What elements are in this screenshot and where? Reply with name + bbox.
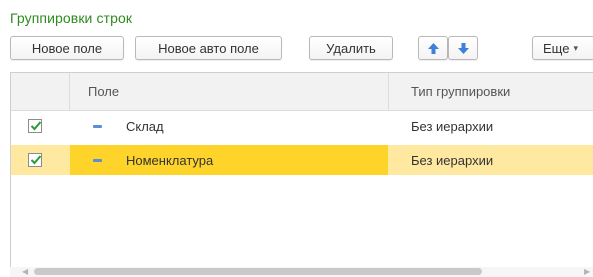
chevron-down-icon: ▾ — [573, 42, 578, 53]
checkmark-icon — [30, 155, 42, 165]
move-up-button[interactable] — [418, 36, 448, 60]
scrollbar-thumb[interactable] — [34, 268, 482, 275]
field-type-icon — [93, 159, 102, 162]
new-auto-field-button[interactable]: Новое авто поле — [135, 36, 282, 60]
header-divider — [69, 73, 70, 110]
grouping-type-cell: Без иерархии — [411, 152, 494, 168]
row-checkbox[interactable] — [28, 119, 42, 133]
groupings-table: Поле Тип группировки Склад Без иерархии … — [10, 72, 593, 277]
grouping-type-cell: Без иерархии — [411, 118, 494, 134]
field-cell: Номенклатура — [126, 152, 214, 168]
arrow-up-icon — [427, 42, 439, 54]
field-cell: Склад — [126, 118, 164, 134]
header-divider — [388, 73, 389, 110]
table-row[interactable]: Склад Без иерархии — [11, 111, 593, 141]
column-header-field[interactable]: Поле — [88, 73, 119, 110]
scroll-left-icon[interactable]: ◀ — [22, 267, 28, 276]
panel-title: Группировки строк — [10, 10, 133, 26]
table-header: Поле Тип группировки — [11, 73, 593, 111]
more-label: Еще — [543, 40, 570, 56]
scroll-right-icon[interactable]: ▶ — [584, 267, 590, 276]
checkmark-icon — [30, 121, 42, 131]
new-field-button[interactable]: Новое поле — [10, 36, 124, 60]
table-row-selected[interactable]: Номенклатура Без иерархии — [11, 145, 593, 175]
field-type-icon — [93, 125, 102, 128]
row-checkbox[interactable] — [28, 153, 42, 167]
more-button[interactable]: Еще ▾ — [532, 36, 593, 60]
selected-cell-highlight — [70, 145, 388, 175]
delete-button[interactable]: Удалить — [309, 36, 393, 60]
column-header-grouping-type[interactable]: Тип группировки — [411, 73, 510, 110]
move-down-button[interactable] — [448, 36, 478, 60]
arrow-down-icon — [457, 42, 469, 54]
